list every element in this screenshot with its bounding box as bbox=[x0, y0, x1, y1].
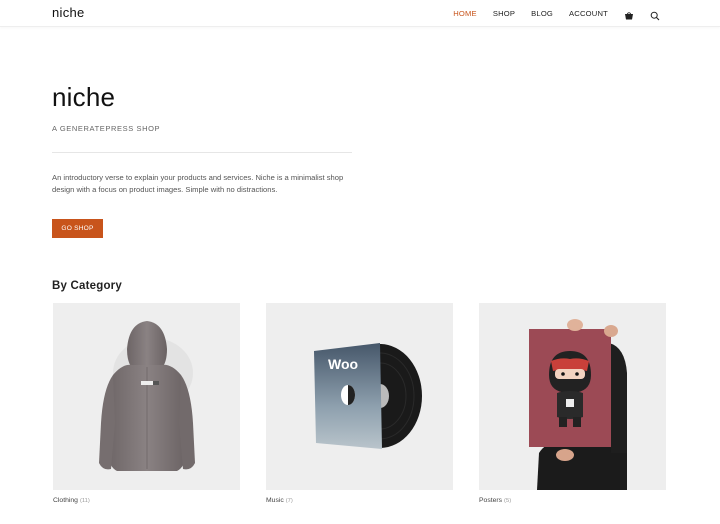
nav-item-home[interactable]: HOME bbox=[453, 9, 477, 18]
svg-text:Woo: Woo bbox=[328, 356, 358, 372]
category-name: Clothing bbox=[53, 497, 78, 504]
category-card-music[interactable]: Woo bbox=[266, 303, 453, 490]
nav-item-account[interactable]: ACCOUNT bbox=[569, 9, 608, 18]
category-card-posters[interactable] bbox=[479, 303, 666, 490]
hero-description: An introductory verse to explain your pr… bbox=[52, 173, 344, 194]
category-heading: By Category bbox=[52, 280, 122, 292]
category-count: (5) bbox=[504, 498, 512, 504]
category-label-posters[interactable]: Posters (5) bbox=[479, 497, 511, 504]
site-brand-logo[interactable]: niche bbox=[52, 5, 85, 20]
nav-item-shop[interactable]: SHOP bbox=[493, 9, 515, 18]
ninja-poster-image bbox=[529, 319, 627, 490]
category-count: (7) bbox=[285, 498, 293, 504]
search-icon[interactable] bbox=[650, 8, 660, 21]
category-name: Music bbox=[266, 497, 284, 504]
hero-divider bbox=[52, 152, 352, 153]
category-count: (11) bbox=[79, 498, 90, 504]
nav-item-blog[interactable]: BLOG bbox=[531, 9, 553, 18]
category-label-music[interactable]: Music (7) bbox=[266, 497, 293, 504]
cart-icon[interactable] bbox=[624, 8, 634, 20]
hero-title: niche bbox=[52, 82, 116, 112]
site-header: niche HOME SHOP BLOG ACCOUNT bbox=[0, 0, 720, 27]
go-shop-button[interactable]: GO SHOP bbox=[52, 219, 103, 238]
hoodie-image bbox=[99, 321, 195, 471]
woo-vinyl-album-image: Woo bbox=[314, 343, 422, 449]
category-card-clothing[interactable] bbox=[53, 303, 240, 490]
category-name: Posters bbox=[479, 497, 503, 504]
hero-subtitle: A GENERATEPRESS SHOP bbox=[52, 124, 161, 133]
main-nav: HOME SHOP BLOG ACCOUNT bbox=[453, 8, 660, 21]
category-label-clothing[interactable]: Clothing (11) bbox=[53, 497, 90, 504]
